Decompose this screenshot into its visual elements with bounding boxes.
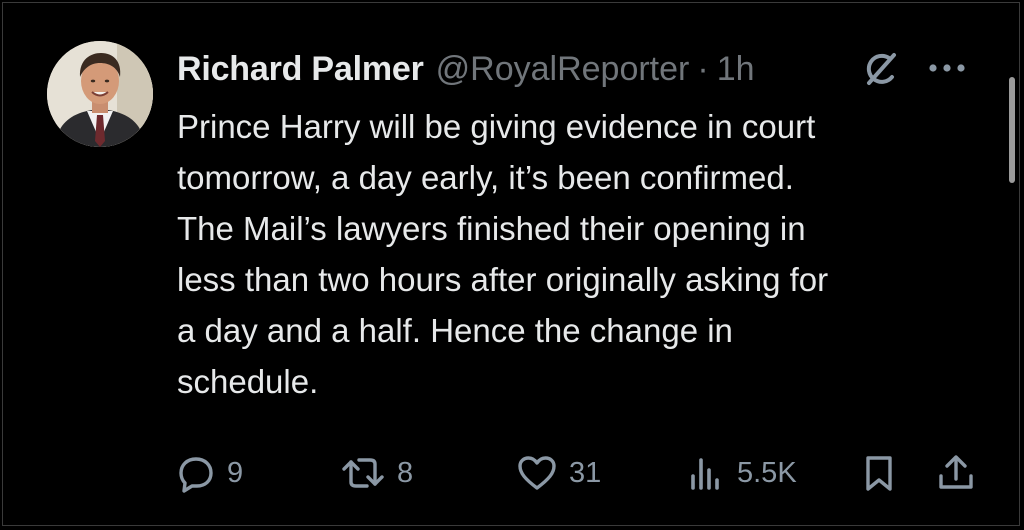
scrollbar[interactable] bbox=[1009, 77, 1015, 183]
views-count: 5.5K bbox=[737, 456, 797, 489]
like-icon bbox=[515, 452, 559, 494]
author-handle[interactable]: @RoyalReporter bbox=[436, 50, 690, 89]
share-button[interactable] bbox=[935, 447, 977, 499]
tweet-card[interactable]: Richard Palmer @RoyalReporter · 1h Princ… bbox=[2, 2, 1020, 526]
timestamp[interactable]: 1h bbox=[717, 50, 755, 89]
tweet-header: Richard Palmer @RoyalReporter · 1h bbox=[177, 47, 755, 91]
author-name[interactable]: Richard Palmer bbox=[177, 50, 424, 89]
more-icon[interactable] bbox=[923, 53, 971, 83]
share-icon bbox=[935, 452, 977, 494]
reply-button[interactable]: 9 bbox=[175, 447, 243, 499]
repost-icon bbox=[339, 452, 387, 494]
views-icon bbox=[685, 452, 727, 494]
repost-count: 8 bbox=[397, 456, 414, 489]
grok-icon[interactable] bbox=[861, 49, 901, 89]
like-button[interactable]: 31 bbox=[515, 447, 601, 499]
action-bar: 9 8 31 5.5K bbox=[3, 447, 1024, 499]
repost-button[interactable]: 8 bbox=[339, 447, 413, 499]
reply-icon bbox=[175, 452, 217, 494]
avatar[interactable] bbox=[47, 41, 153, 147]
tweet-text: Prince Harry will be giving evidence in … bbox=[177, 108, 829, 400]
separator-dot: · bbox=[697, 49, 709, 88]
views-button[interactable]: 5.5K bbox=[685, 447, 797, 499]
bookmark-button[interactable] bbox=[859, 447, 899, 499]
like-count: 31 bbox=[569, 456, 602, 489]
bookmark-icon bbox=[859, 452, 899, 494]
reply-count: 9 bbox=[227, 456, 244, 489]
